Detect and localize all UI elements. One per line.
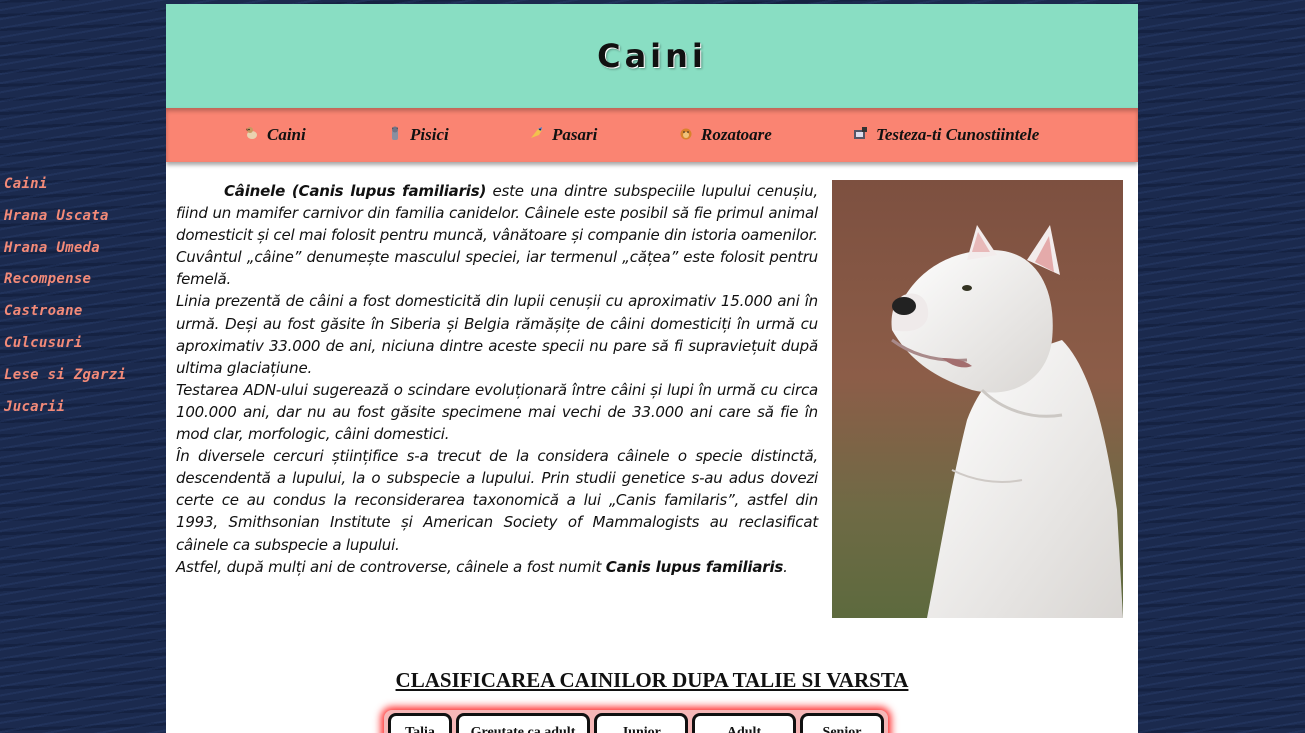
sidebar-item-hrana-uscata[interactable]: Hrana Uscata bbox=[4, 201, 154, 233]
nav-item-testeaza[interactable]: Testeza-ti Cunostiintele bbox=[853, 108, 1039, 162]
article-paragraph: În diversele cercuri științifice s-a tre… bbox=[176, 447, 818, 554]
main-container: Caini Caini Pisici Pasari Rozatoare Test… bbox=[166, 4, 1138, 733]
nav-item-rozatoare[interactable]: Rozatoare bbox=[678, 108, 853, 162]
sidebar-item-culcusuri[interactable]: Culcusuri bbox=[4, 328, 154, 360]
nav-item-pisici[interactable]: Pisici bbox=[387, 108, 529, 162]
sidebar-item-jucarii[interactable]: Jucarii bbox=[4, 392, 154, 424]
article-bold-term: Câinele (Canis lupus familiaris) bbox=[224, 182, 487, 200]
page-header: Caini bbox=[166, 4, 1138, 108]
article-text-span: . bbox=[783, 557, 788, 576]
classification-table: Talia Greutate ca adult Junior Adult Sen… bbox=[384, 710, 888, 733]
nav-label: Caini bbox=[267, 125, 306, 144]
nav-label: Rozatoare bbox=[701, 125, 772, 144]
nav-label: Pisici bbox=[410, 125, 449, 144]
sidebar-item-lese-si-zgarzi[interactable]: Lese si Zgarzi bbox=[4, 360, 154, 392]
table-header-greutate: Greutate ca adult bbox=[456, 713, 590, 733]
sidebar-item-hrana-umeda[interactable]: Hrana Umeda bbox=[4, 233, 154, 265]
nav-item-caini[interactable]: Caini bbox=[244, 108, 387, 162]
table-header-senior: Senior bbox=[800, 713, 884, 733]
article-paragraph: Astfel, după mulți ani de controverse, c… bbox=[176, 556, 818, 578]
article-paragraph: Testarea ADN-ului sugerează o scindare e… bbox=[176, 380, 818, 444]
dog-photo bbox=[832, 180, 1123, 618]
table-header-junior: Junior bbox=[594, 713, 688, 733]
classification-title: CLASIFICAREA CAINILOR DUPA TALIE SI VARS… bbox=[395, 668, 909, 692]
article-bold-term: Canis lupus familiaris bbox=[605, 557, 784, 576]
dog-icon bbox=[244, 125, 260, 141]
sidebar-menu: Caini Hrana Uscata Hrana Umeda Recompens… bbox=[4, 169, 154, 423]
article-paragraph: Câinele (Canis lupus familiaris) este un… bbox=[176, 180, 818, 246]
nav-item-pasari[interactable]: Pasari bbox=[529, 108, 678, 162]
top-nav: Caini Pisici Pasari Rozatoare Testeza-ti… bbox=[166, 108, 1138, 162]
article-paragraph: Linia prezentă de câini a fost domestici… bbox=[176, 292, 818, 377]
article-paragraph: Cuvântul „câine” denumește masculul spec… bbox=[176, 248, 818, 289]
table-header-talia: Talia bbox=[388, 713, 452, 733]
sidebar-item-castroane[interactable]: Castroane bbox=[4, 296, 154, 328]
hamster-icon bbox=[678, 125, 694, 141]
article-text-span: Astfel, după mulți ani de controverse, c… bbox=[176, 557, 606, 576]
article-text: Câinele (Canis lupus familiaris) este un… bbox=[176, 180, 818, 578]
table-header-adult: Adult bbox=[692, 713, 796, 733]
nav-label: Testeza-ti Cunostiintele bbox=[876, 125, 1040, 144]
cat-icon bbox=[387, 125, 403, 141]
quiz-icon bbox=[853, 125, 869, 141]
bird-icon bbox=[529, 125, 545, 141]
sidebar-item-caini[interactable]: Caini bbox=[4, 169, 154, 201]
sidebar-item-recompense[interactable]: Recompense bbox=[4, 264, 154, 296]
page-title: Caini bbox=[597, 37, 707, 75]
nav-label: Pasari bbox=[552, 125, 598, 144]
